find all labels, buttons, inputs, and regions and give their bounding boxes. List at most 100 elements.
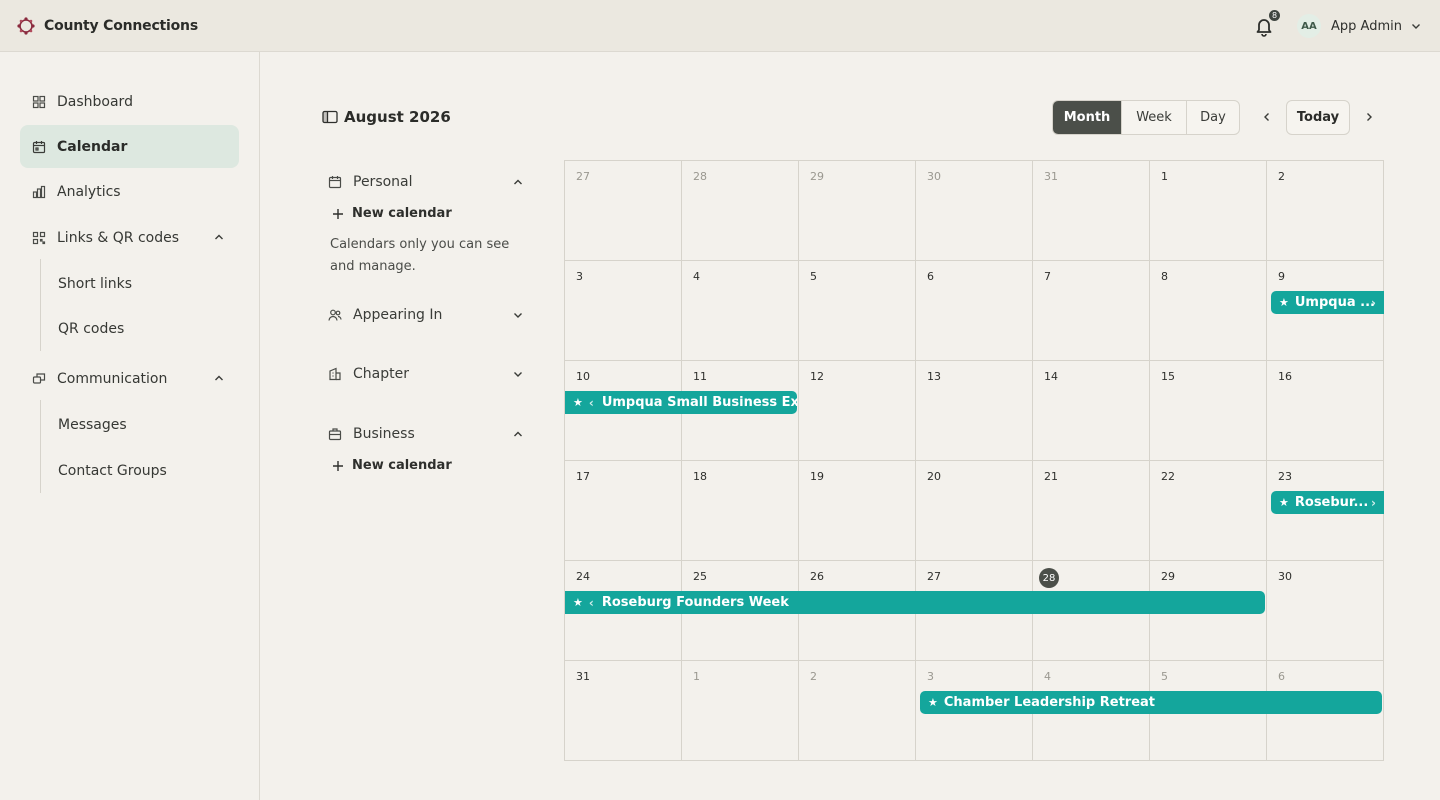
day-number: 4 (693, 270, 700, 283)
day-number: 1 (693, 670, 700, 683)
day-cell[interactable]: 2 (1267, 161, 1384, 261)
day-cell[interactable]: 3 (565, 261, 682, 361)
view-week-button[interactable]: Week (1121, 101, 1186, 134)
sidebar-item-label: Analytics (57, 183, 121, 200)
user-name[interactable]: App Admin (1331, 19, 1402, 34)
day-number: 21 (1044, 470, 1058, 483)
chevron-up-icon[interactable] (213, 231, 225, 243)
day-cell[interactable]: 30 (1267, 561, 1384, 661)
sidebar: Dashboard Calendar Analytics Links & QR … (0, 52, 260, 800)
day-cell[interactable]: 12 (799, 361, 916, 461)
day-cell[interactable]: 14 (1033, 361, 1150, 461)
chevron-down-icon (514, 372, 522, 377)
day-cell[interactable]: 29 (799, 161, 916, 261)
event-title: Umpqua Small Business Expo (601, 395, 797, 410)
avatar[interactable]: AA (1297, 14, 1322, 38)
submenu-divider (40, 400, 41, 493)
view-day-button[interactable]: Day (1186, 101, 1239, 134)
event-bar[interactable]: ★ ‹ Roseburg Founders Week (565, 591, 1265, 614)
day-cell[interactable]: 13 (916, 361, 1033, 461)
day-cell[interactable]: 16 (1267, 361, 1384, 461)
day-cell[interactable]: 6 (916, 261, 1033, 361)
day-number: 12 (810, 370, 824, 383)
sidebar-item-analytics[interactable]: Analytics (20, 170, 239, 213)
event-bar[interactable]: ★ Rosebur... › (1271, 491, 1384, 514)
sidebar-item-dashboard[interactable]: Dashboard (20, 80, 239, 123)
day-cell[interactable]: 30 (916, 161, 1033, 261)
event-title: Chamber Leadership Retreat (943, 695, 1155, 710)
day-cell[interactable]: 21 (1033, 461, 1150, 561)
sidebar-item-contact-groups[interactable]: Contact Groups (58, 463, 167, 479)
day-number: 16 (1278, 370, 1292, 383)
day-cell[interactable]: 28 (682, 161, 799, 261)
day-cell[interactable]: 7 (1033, 261, 1150, 361)
day-number: 4 (1044, 670, 1051, 683)
day-cell[interactable]: 5 (799, 261, 916, 361)
day-cell[interactable]: 15 (1150, 361, 1267, 461)
calendar-group-chapter[interactable]: Chapter (328, 364, 524, 384)
today-button[interactable]: Today (1286, 100, 1350, 135)
calendar-group-appearing-in[interactable]: Appearing In (328, 305, 524, 325)
star-icon: ★ (573, 396, 583, 409)
event-bar[interactable]: ★ Umpqua ... › (1271, 291, 1384, 314)
sidebar-item-qr-codes[interactable]: QR codes (58, 321, 124, 337)
sidebar-toggle-icon[interactable] (322, 110, 338, 124)
top-bar: County Connections 8 AA App Admin (0, 0, 1440, 52)
day-number: 2 (810, 670, 817, 683)
day-cell[interactable]: 22 (1150, 461, 1267, 561)
day-number: 28 (1039, 568, 1059, 588)
sidebar-item-calendar[interactable]: Calendar (20, 125, 239, 168)
chevron-up-icon[interactable] (213, 372, 225, 384)
sidebar-item-label: Links & QR codes (57, 229, 180, 246)
sidebar-item-messages[interactable]: Messages (58, 417, 127, 433)
sidebar-item-short-links[interactable]: Short links (58, 276, 132, 292)
calendar-icon (328, 175, 342, 189)
new-calendar-label: New calendar (352, 458, 452, 473)
chevron-up-icon (514, 179, 522, 185)
day-cell[interactable]: 2 (799, 661, 916, 761)
brand[interactable]: County Connections (16, 16, 198, 36)
day-cell[interactable]: 18 (682, 461, 799, 561)
day-number: 14 (1044, 370, 1058, 383)
event-title: Roseburg Founders Week (601, 595, 789, 610)
chart-icon (32, 185, 46, 199)
qr-icon (32, 231, 46, 245)
day-number: 23 (1278, 470, 1292, 483)
day-cell[interactable]: 4 (682, 261, 799, 361)
chat-icon (32, 372, 46, 386)
chevron-down-icon[interactable] (1410, 20, 1422, 32)
day-number: 10 (576, 370, 590, 383)
chevron-left-icon (1264, 113, 1269, 121)
sidebar-item-label: Dashboard (57, 93, 133, 110)
day-cell[interactable]: 19 (799, 461, 916, 561)
calendar-group-personal[interactable]: Personal (328, 172, 524, 192)
chevron-right-icon: › (1371, 495, 1376, 510)
calendar-group-business[interactable]: Business (328, 424, 524, 444)
day-cell[interactable]: 27 (565, 161, 682, 261)
event-bar[interactable]: ★ ‹ Umpqua Small Business Expo (565, 391, 797, 414)
day-number: 1 (1161, 170, 1168, 183)
view-month-button[interactable]: Month (1053, 101, 1121, 134)
notifications-button[interactable]: 8 (1253, 9, 1282, 37)
day-cell[interactable]: 1 (1150, 161, 1267, 261)
sidebar-item-communication[interactable]: Communication (20, 357, 239, 400)
day-number: 25 (693, 570, 707, 583)
logo-icon (17, 16, 35, 35)
day-cell[interactable]: 20 (916, 461, 1033, 561)
next-month-button[interactable] (1360, 108, 1378, 126)
day-number: 15 (1161, 370, 1175, 383)
new-personal-calendar-button[interactable]: New calendar (332, 206, 452, 221)
sidebar-item-links-qr[interactable]: Links & QR codes (20, 216, 239, 259)
day-cell[interactable]: 17 (565, 461, 682, 561)
day-cell[interactable]: 31 (565, 661, 682, 761)
previous-month-button[interactable] (1258, 108, 1276, 126)
day-number: 6 (1278, 670, 1285, 683)
day-cell[interactable]: 8 (1150, 261, 1267, 361)
event-bar[interactable]: ★ Chamber Leadership Retreat (920, 691, 1382, 714)
new-business-calendar-button[interactable]: New calendar (332, 458, 452, 473)
day-cell[interactable]: 31 (1033, 161, 1150, 261)
day-number: 13 (927, 370, 941, 383)
day-cell[interactable]: 1 (682, 661, 799, 761)
chevron-up-icon (514, 431, 522, 437)
day-number: 19 (810, 470, 824, 483)
